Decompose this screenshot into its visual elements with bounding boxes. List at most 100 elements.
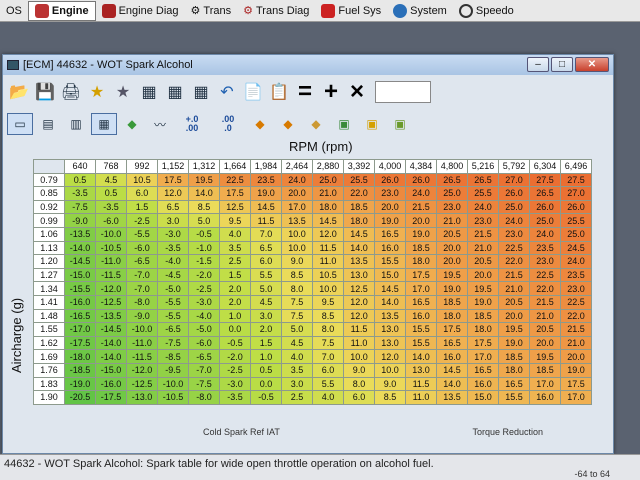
paste-icon[interactable]: 📋 <box>267 81 291 103</box>
table-cell[interactable]: 11.5 <box>250 213 282 228</box>
table-cell[interactable]: 4.5 <box>95 172 127 188</box>
table-cell[interactable]: 18.0 <box>498 362 530 378</box>
row-header[interactable]: 1.55 <box>33 322 65 337</box>
table-cell[interactable]: 27.0 <box>498 172 530 188</box>
close-button[interactable]: ✕ <box>575 57 609 72</box>
table-cell[interactable]: 10.0 <box>374 362 406 378</box>
table-cell[interactable]: 26.5 <box>467 172 499 188</box>
table-cell[interactable]: 23.5 <box>250 172 282 188</box>
table-cell[interactable]: 13.5 <box>281 213 313 228</box>
table-cell[interactable]: 5.5 <box>250 267 282 283</box>
table-cell[interactable]: 22.5 <box>529 267 561 283</box>
table-cell[interactable]: 12.0 <box>312 226 344 242</box>
table-cell[interactable]: 11.0 <box>405 390 437 405</box>
table-cell[interactable]: 11.0 <box>312 254 344 269</box>
table-cell[interactable]: 18.5 <box>498 349 530 364</box>
table-cell[interactable]: 18.0 <box>467 322 499 337</box>
table-cell[interactable]: -14.0 <box>64 240 96 256</box>
table-cell[interactable]: 12.0 <box>157 186 189 201</box>
row-header[interactable]: 1.13 <box>33 240 65 256</box>
column-header[interactable]: 4,800 <box>436 159 468 174</box>
table-cell[interactable]: -6.5 <box>188 349 220 364</box>
table-cell[interactable]: -4.0 <box>188 308 220 324</box>
table-cell[interactable]: 22.0 <box>529 281 561 296</box>
table-cell[interactable]: 18.5 <box>405 240 437 256</box>
nav-tab-trans[interactable]: ⚙ Trans <box>185 1 238 21</box>
table-cell[interactable]: -5.5 <box>157 308 189 324</box>
table-cell[interactable]: -10.5 <box>95 240 127 256</box>
table-cell[interactable]: -16.5 <box>64 308 96 324</box>
decimal-decrease-icon[interactable]: .00.0 <box>211 113 245 135</box>
table-cell[interactable]: 25.5 <box>560 213 592 228</box>
table-cell[interactable]: 20.5 <box>436 226 468 242</box>
open-folder-icon[interactable]: 📂 <box>7 81 31 103</box>
table-cell[interactable]: 13.0 <box>405 362 437 378</box>
multiply-icon[interactable]: × <box>345 78 369 105</box>
table-cell[interactable]: 23.0 <box>529 254 561 269</box>
table-cell[interactable]: 19.0 <box>405 226 437 242</box>
table-cell[interactable]: 17.5 <box>405 267 437 283</box>
table-cell[interactable]: 22.5 <box>498 240 530 256</box>
table-cell[interactable]: 8.0 <box>312 322 344 337</box>
row-header[interactable]: 0.85 <box>33 186 65 201</box>
decimal-increase-icon[interactable]: +.0.00 <box>175 113 209 135</box>
table-cell[interactable]: 24.0 <box>281 172 313 188</box>
table-cell[interactable]: -12.5 <box>95 294 127 310</box>
table-cell[interactable]: 16.5 <box>467 362 499 378</box>
table-cell[interactable]: -9.5 <box>157 362 189 378</box>
table-cell[interactable]: -14.0 <box>95 349 127 364</box>
table-cell[interactable]: 14.0 <box>188 186 220 201</box>
table-cell[interactable]: -3.5 <box>157 240 189 256</box>
table-cell[interactable]: 16.0 <box>405 308 437 324</box>
row-header[interactable]: 0.79 <box>33 172 65 188</box>
table-cell[interactable]: 19.5 <box>498 322 530 337</box>
table-cell[interactable]: 9.5 <box>219 213 251 228</box>
table-cell[interactable]: 19.0 <box>436 281 468 296</box>
table-cell[interactable]: -6.0 <box>126 240 158 256</box>
row-header[interactable]: 0.99 <box>33 213 65 228</box>
table-cell[interactable]: 7.0 <box>250 226 282 242</box>
table-cell[interactable]: 1.5 <box>250 335 282 351</box>
table-cell[interactable]: 20.0 <box>405 213 437 228</box>
grid-view-icon[interactable]: ▦ <box>137 81 161 103</box>
nav-tab-system[interactable]: System <box>387 1 453 21</box>
value-input[interactable] <box>375 81 431 103</box>
table-cell[interactable]: -20.5 <box>64 390 96 405</box>
row-header[interactable]: 1.41 <box>33 294 65 310</box>
table-cell[interactable]: 16.0 <box>374 240 406 256</box>
equals-icon[interactable]: = <box>293 78 317 105</box>
table-cell[interactable]: 18.5 <box>529 362 561 378</box>
table-cell[interactable]: 18.5 <box>467 308 499 324</box>
table-cell[interactable]: -1.5 <box>188 254 220 269</box>
row-header[interactable]: 1.76 <box>33 362 65 378</box>
table-cell[interactable]: -17.5 <box>64 335 96 351</box>
table-cell[interactable]: 5.0 <box>281 322 313 337</box>
table-cell[interactable]: 23.0 <box>560 281 592 296</box>
favorite-star-icon[interactable]: ★ <box>85 81 109 103</box>
table-cell[interactable]: -7.0 <box>126 281 158 296</box>
row-header[interactable]: 1.69 <box>33 349 65 364</box>
table-cell[interactable]: 14.0 <box>374 294 406 310</box>
table-cell[interactable]: -9.0 <box>126 308 158 324</box>
table-cell[interactable]: 17.5 <box>560 376 592 392</box>
table-cell[interactable]: 22.0 <box>560 308 592 324</box>
table-cell[interactable]: 17.0 <box>281 199 313 215</box>
table-cell[interactable]: 16.5 <box>374 226 406 242</box>
table-cell[interactable]: 12.0 <box>374 349 406 364</box>
table-cell[interactable]: 21.0 <box>529 308 561 324</box>
table-cell[interactable]: 25.5 <box>467 186 499 201</box>
table-cell[interactable]: 23.5 <box>560 267 592 283</box>
layout-split-horizontal-icon[interactable]: ▤ <box>35 113 61 135</box>
table-cell[interactable]: -13.0 <box>126 390 158 405</box>
table-cell[interactable]: -7.5 <box>157 335 189 351</box>
column-header[interactable]: 1,984 <box>250 159 282 174</box>
column-header[interactable]: 2,464 <box>281 159 313 174</box>
table-cell[interactable]: 13.0 <box>374 322 406 337</box>
table-cell[interactable]: -0.5 <box>219 335 251 351</box>
table-cell[interactable]: 8.5 <box>281 267 313 283</box>
table-cell[interactable]: 0.0 <box>219 322 251 337</box>
table-cell[interactable]: 21.5 <box>467 226 499 242</box>
table-cell[interactable]: 6.5 <box>250 240 282 256</box>
table-cell[interactable]: 4.5 <box>281 335 313 351</box>
table-cell[interactable]: 20.0 <box>467 267 499 283</box>
